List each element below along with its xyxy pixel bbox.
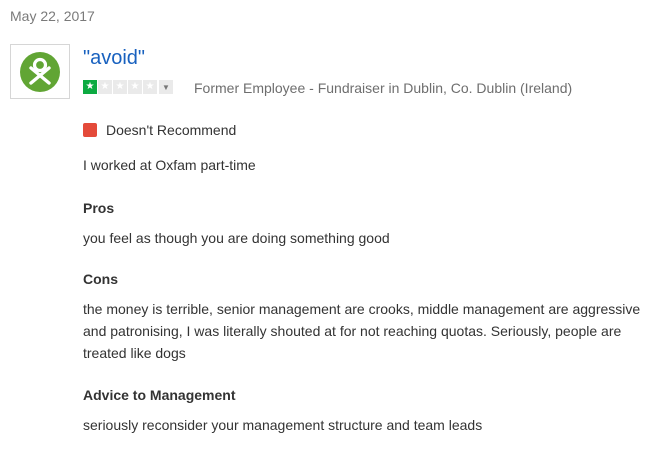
- author-info: Former Employee - Fundraiser in Dublin, …: [194, 80, 573, 96]
- advice-heading: Advice to Management: [83, 387, 236, 403]
- pros-text: you feel as though you are doing somethi…: [83, 230, 390, 246]
- cons-text: the money is terrible, senior management…: [83, 301, 641, 361]
- recommendation: Doesn't Recommend: [83, 122, 236, 138]
- cons-heading: Cons: [83, 271, 118, 287]
- review-summary: I worked at Oxfam part-time: [83, 157, 256, 173]
- star-rating[interactable]: ★ ★ ★ ★ ★ ▼: [83, 80, 173, 94]
- pros-heading: Pros: [83, 200, 115, 216]
- advice-text: seriously reconsider your management str…: [83, 417, 483, 433]
- recommendation-label: Doesn't Recommend: [106, 122, 237, 138]
- chevron-down-icon[interactable]: ▼: [159, 80, 173, 94]
- review-date: May 22, 2017: [10, 8, 95, 24]
- stars: ★ ★ ★ ★ ★: [83, 80, 158, 94]
- oxfam-logo-icon: [20, 51, 60, 92]
- star-icon: ★: [128, 80, 142, 94]
- review-title[interactable]: "avoid": [83, 46, 145, 70]
- star-icon: ★: [83, 80, 97, 94]
- star-icon: ★: [113, 80, 127, 94]
- star-icon: ★: [143, 80, 157, 94]
- red-square-icon: [83, 123, 97, 137]
- employer-logo[interactable]: [10, 44, 70, 99]
- star-icon: ★: [98, 80, 112, 94]
